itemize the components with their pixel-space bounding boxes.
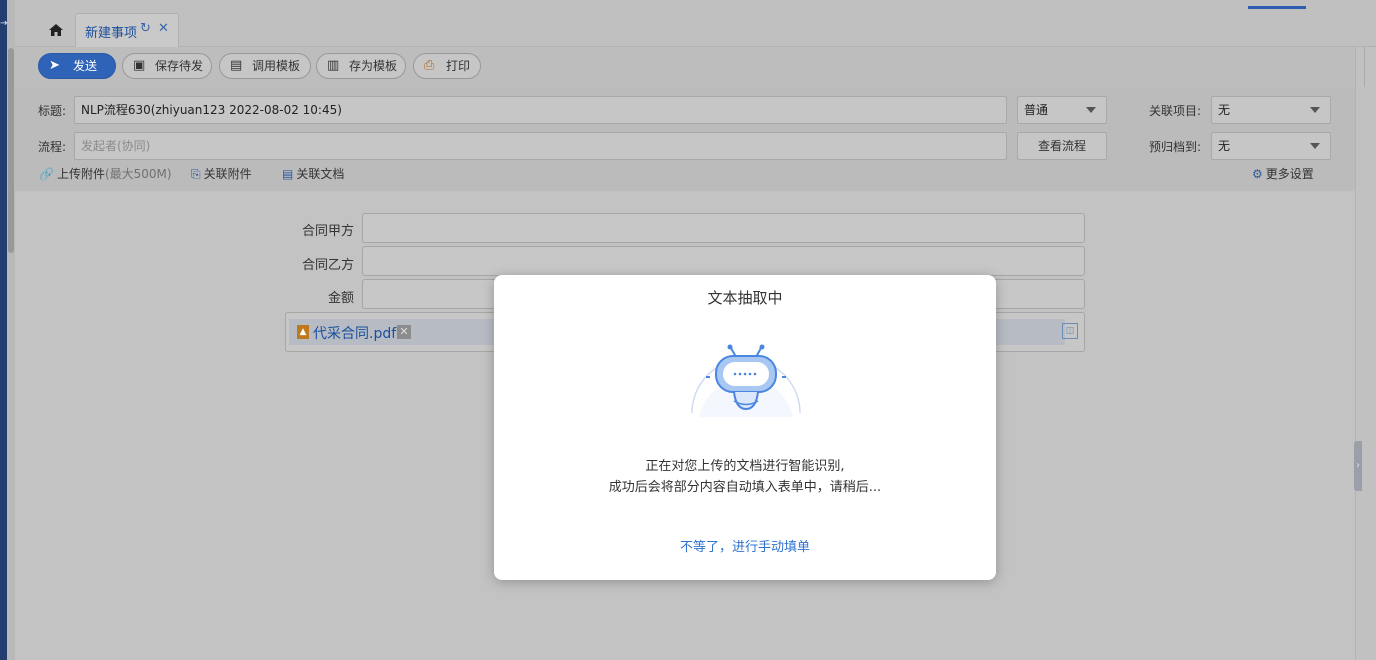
title-label: 标题: <box>38 104 67 118</box>
paper-plane-icon: ➤ <box>49 58 60 73</box>
more-settings-link[interactable]: ⚙ 更多设置 <box>1252 165 1314 183</box>
view-flow-button[interactable]: 查看流程 <box>1017 132 1107 160</box>
tab-label: 新建事项 <box>85 26 138 41</box>
text-extraction-dialog: 文本抽取中 正在对您上传的文档进行智能识别, 成功后会将部分内容自动填入表单中，… <box>494 275 996 580</box>
archive-label: 预归档到: <box>1149 140 1202 154</box>
link-attachment-link[interactable]: ⎘ 关联附件 <box>191 165 252 183</box>
amount-label: 金额 <box>327 291 354 306</box>
link-attachment-icon: ⎘ <box>191 167 201 181</box>
scrollbar-corner <box>1364 47 1376 87</box>
collapse-panel-icon[interactable]: › <box>1354 441 1362 491</box>
robot-icon <box>691 344 801 417</box>
tab-new-item[interactable]: 新建事项 ↻ ✕ <box>75 13 179 47</box>
send-button[interactable]: ➤ 发送 <box>38 53 116 79</box>
dropdown-arrow-icon <box>1310 143 1320 149</box>
priority-select[interactable]: 普通 <box>1017 96 1107 124</box>
expand-icon[interactable]: ⇥ <box>0 18 8 30</box>
party-b-input[interactable] <box>362 246 1085 276</box>
save-draft-button[interactable]: ▣ 保存待发 <box>122 53 212 79</box>
party-a-input[interactable] <box>362 213 1085 243</box>
remove-attachment-icon[interactable]: ✕ <box>397 325 411 339</box>
refresh-icon[interactable]: ↻ <box>140 21 151 36</box>
tab-bar: 新建事项 ↻ ✕ <box>15 0 1376 47</box>
flow-label: 流程: <box>38 140 67 154</box>
upload-attachment-link[interactable]: 🔗 上传附件(最大500M) <box>39 165 172 183</box>
dropdown-arrow-icon <box>1310 107 1320 113</box>
title-input[interactable]: NLP流程630(zhiyuan123 2022-08-02 10:45) <box>74 96 1007 124</box>
dropdown-arrow-icon <box>1086 107 1096 113</box>
paperclip-icon: 🔗 <box>39 167 54 181</box>
link-attachment-label: 关联附件 <box>203 167 252 181</box>
flow-input[interactable]: 发起者(协同) <box>74 132 1007 160</box>
use-template-label: 调用模板 <box>252 59 301 73</box>
save-template-label: 存为模板 <box>349 59 398 73</box>
save-template-button[interactable]: ▥ 存为模板 <box>316 53 406 79</box>
related-project-value: 无 <box>1218 103 1231 117</box>
template-icon: ▤ <box>230 58 243 73</box>
gear-icon: ⚙ <box>1252 167 1263 181</box>
dialog-message-line1: 正在对您上传的文档进行智能识别, <box>645 459 845 474</box>
upload-limit: (最大500M) <box>104 167 172 181</box>
manual-fill-link[interactable]: 不等了，进行手动填单 <box>494 536 996 555</box>
scan-icon[interactable]: ◫ <box>1062 323 1078 339</box>
save-draft-label: 保存待发 <box>155 59 204 73</box>
document-icon: ▤ <box>282 167 294 181</box>
right-scrollbar[interactable] <box>1355 47 1376 660</box>
dialog-title: 文本抽取中 <box>707 289 783 307</box>
link-document-label: 关联文档 <box>296 167 345 181</box>
title-value: NLP流程630(zhiyuan123 2022-08-02 10:45) <box>81 103 342 117</box>
home-icon[interactable] <box>47 21 65 39</box>
archive-select[interactable]: 无 <box>1211 132 1331 160</box>
party-a-label: 合同甲方 <box>301 224 354 239</box>
close-icon[interactable]: ✕ <box>158 21 169 36</box>
left-scrollbar-thumb[interactable] <box>8 48 14 253</box>
pdf-icon: ▲ <box>297 325 309 339</box>
send-label: 发送 <box>73 59 98 73</box>
dialog-message-line2: 成功后会将部分内容自动填入表单中，请稍后... <box>608 480 882 495</box>
toolbar: ➤ 发送 ▣ 保存待发 ▤ 调用模板 ▥ 存为模板 ⎙ 打印 <box>15 47 1355 87</box>
archive-value: 无 <box>1218 139 1231 153</box>
flow-placeholder: 发起者(协同) <box>81 139 151 153</box>
use-template-button[interactable]: ▤ 调用模板 <box>219 53 311 79</box>
upload-attachment-label: 上传附件 <box>56 167 105 181</box>
priority-value: 普通 <box>1024 103 1049 117</box>
more-settings-label: 更多设置 <box>1265 167 1314 181</box>
print-label: 打印 <box>446 59 471 73</box>
party-b-label: 合同乙方 <box>301 258 354 273</box>
left-rail: ⇥ <box>0 0 8 660</box>
attachment-name[interactable]: 代采合同.pdf <box>313 323 396 343</box>
related-project-select[interactable]: 无 <box>1211 96 1331 124</box>
link-document-link[interactable]: ▤ 关联文档 <box>282 165 344 183</box>
printer-icon: ⎙ <box>424 58 435 73</box>
print-button[interactable]: ⎙ 打印 <box>413 53 481 79</box>
save-template-icon: ▥ <box>327 58 340 73</box>
left-scrollbar[interactable] <box>7 0 15 660</box>
active-indicator <box>1248 6 1306 9</box>
save-icon: ▣ <box>133 58 146 73</box>
related-project-label: 关联项目: <box>1149 104 1202 118</box>
